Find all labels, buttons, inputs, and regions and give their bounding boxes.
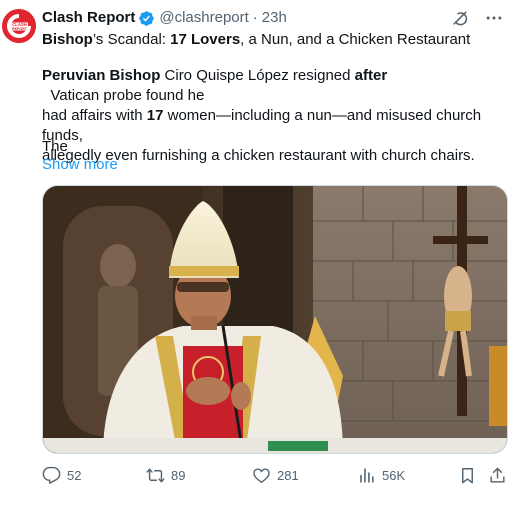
body-line-2: had affairs with 17 women—including a nu… xyxy=(42,106,508,146)
display-name[interactable]: Clash Report xyxy=(42,9,135,27)
tweet[interactable]: CLASH REPORT Clash Report @clashreport ·… xyxy=(0,0,514,509)
repost-button[interactable]: 89 xyxy=(146,466,185,485)
like-count: 281 xyxy=(277,468,299,483)
title-text-2: , a Nun, and a Chicken Restaurant xyxy=(240,31,471,48)
tweet-title: Bishop’s Scandal: 17 Lovers, a Nun, and … xyxy=(42,30,504,49)
action-bar: 52 89 281 56K xyxy=(42,466,508,486)
repost-icon xyxy=(146,468,165,483)
heart-icon xyxy=(253,468,270,483)
title-bold-2: 17 Lovers xyxy=(170,31,241,48)
tweet-header: Clash Report @clashreport · 23h xyxy=(42,9,287,27)
avatar[interactable]: CLASH REPORT xyxy=(2,9,36,43)
body-bold-3: 17 xyxy=(146,107,164,124)
tweet-photo[interactable] xyxy=(42,185,508,454)
body-bold-2: after xyxy=(354,67,388,84)
grok-icon[interactable] xyxy=(450,8,470,28)
avatar-text-2: REPORT xyxy=(12,27,28,31)
truncated-text: The xyxy=(42,138,68,155)
handle[interactable]: @clashreport xyxy=(159,9,248,27)
bookmark-icon xyxy=(462,468,473,484)
reply-icon xyxy=(42,466,61,484)
title-text-1: ’s Scandal: xyxy=(92,31,171,48)
repost-count: 89 xyxy=(171,468,186,483)
share-icon xyxy=(490,467,505,483)
like-button[interactable]: 281 xyxy=(252,466,299,485)
top-actions xyxy=(450,8,504,28)
body-text-1: Ciro Quispe López resigned xyxy=(160,67,355,84)
bookmark-button[interactable] xyxy=(458,466,477,485)
tweet-body: Peruvian Bishop Ciro Quispe López resign… xyxy=(42,66,508,166)
views-icon xyxy=(360,468,374,483)
reply-count: 52 xyxy=(67,468,82,483)
separator-dot: · xyxy=(252,9,258,26)
show-more-link[interactable]: Show more xyxy=(42,155,118,175)
body-bold-1: Peruvian Bishop xyxy=(42,67,161,84)
title-bold-1: Bishop xyxy=(42,31,93,48)
reply-button[interactable]: 52 xyxy=(42,466,81,485)
views-count: 56K xyxy=(382,468,406,483)
bishop-photo xyxy=(43,186,507,453)
timestamp[interactable]: 23h xyxy=(262,9,287,27)
share-button[interactable] xyxy=(488,466,507,485)
views-button[interactable]: 56K xyxy=(357,466,405,485)
body-text-3: had affairs with xyxy=(42,107,147,124)
more-icon[interactable] xyxy=(484,8,504,28)
body-text-2: Vatican probe found he xyxy=(42,87,205,104)
body-line-1: Peruvian Bishop Ciro Quispe López resign… xyxy=(42,66,508,106)
verified-badge-icon xyxy=(139,10,155,26)
clash-report-logo: CLASH REPORT xyxy=(2,9,36,43)
